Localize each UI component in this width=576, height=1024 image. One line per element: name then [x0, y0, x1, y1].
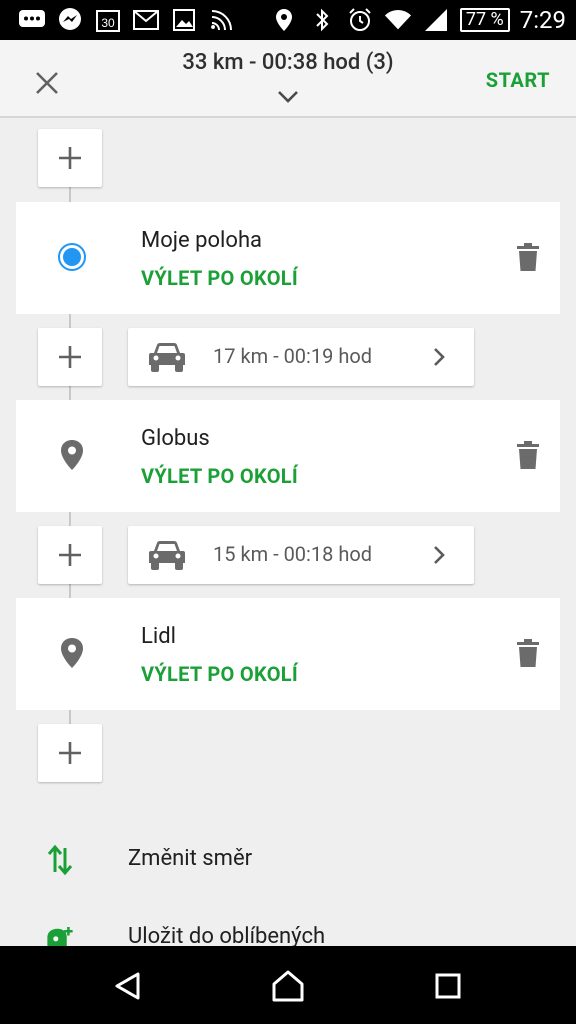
- clock: 7:29: [519, 6, 566, 34]
- add-waypoint-button[interactable]: [38, 724, 102, 782]
- plus-icon: [59, 544, 81, 566]
- recents-button[interactable]: [428, 966, 468, 1006]
- timeline-connector: [69, 709, 71, 725]
- waypoint-subtitle: VÝLET PO OKOLÍ: [141, 662, 299, 686]
- notification-icons: 30: [18, 6, 236, 34]
- swap-direction-icon: [44, 842, 76, 878]
- start-button[interactable]: START: [486, 68, 550, 92]
- add-waypoint-button[interactable]: [38, 526, 102, 584]
- gallery-icon: [170, 6, 198, 34]
- alarm-icon: [346, 6, 374, 34]
- waypoint-card[interactable]: Lidl VÝLET PO OKOLÍ: [16, 598, 560, 710]
- segment-info: 17 km - 00:19 hod: [213, 344, 373, 368]
- back-button[interactable]: [108, 966, 148, 1006]
- location-pin-icon: [56, 636, 88, 670]
- chevron-right-icon: [432, 544, 446, 566]
- bluetooth-icon: [308, 6, 336, 34]
- battery-indicator: 77 %: [459, 8, 510, 32]
- route-segment[interactable]: 17 km - 00:19 hod: [128, 328, 474, 386]
- location-status-icon: [270, 6, 298, 34]
- chevron-right-icon: [432, 346, 446, 368]
- delete-waypoint-button[interactable]: [516, 242, 540, 272]
- back-icon: [115, 972, 140, 1000]
- waypoint-subtitle: VÝLET PO OKOLÍ: [141, 266, 299, 290]
- close-icon: [36, 72, 58, 94]
- car-icon: [146, 538, 188, 572]
- system-navigation-bar: [0, 946, 576, 1024]
- status-bar: 30 77 % 7:29: [0, 0, 576, 40]
- close-button[interactable]: [30, 66, 64, 100]
- expand-summary-button[interactable]: [276, 86, 300, 108]
- location-pin-icon: [56, 438, 88, 472]
- messenger-icon: [56, 6, 84, 34]
- route-summary[interactable]: 33 km - 00:38 hod (3): [110, 50, 466, 75]
- signal-icon: [422, 6, 450, 34]
- timeline-connector: [69, 187, 71, 203]
- waypoint-card[interactable]: Globus VÝLET PO OKOLÍ: [16, 400, 560, 512]
- add-waypoint-button[interactable]: [38, 328, 102, 386]
- recents-icon: [435, 973, 461, 999]
- current-location-icon: [56, 240, 88, 274]
- wifi-icon: [384, 6, 412, 34]
- trash-icon: [517, 243, 539, 271]
- plus-icon: [59, 346, 81, 368]
- waypoint-subtitle: VÝLET PO OKOLÍ: [141, 464, 299, 488]
- reverse-route-label: Změnit směr: [128, 846, 253, 871]
- system-icons: 77 % 7:29: [270, 4, 566, 36]
- cast-icon: [208, 6, 236, 34]
- car-icon: [146, 340, 188, 374]
- reverse-route-action[interactable]: Změnit směr: [0, 836, 576, 886]
- trash-icon: [517, 639, 539, 667]
- calendar-icon: 30: [94, 6, 122, 34]
- chat-icon: [18, 6, 46, 34]
- plus-icon: [59, 742, 81, 764]
- home-button[interactable]: [268, 966, 308, 1006]
- segment-info: 15 km - 00:18 hod: [213, 542, 373, 566]
- svg-text:30: 30: [101, 16, 115, 30]
- home-icon: [272, 970, 304, 1002]
- waypoint-name: Moje poloha: [141, 228, 263, 253]
- trash-icon: [517, 441, 539, 469]
- chevron-down-icon: [278, 91, 298, 103]
- gmail-icon: [132, 6, 160, 34]
- route-header: 33 km - 00:38 hod (3) START: [0, 40, 576, 118]
- route-segment[interactable]: 15 km - 00:18 hod: [128, 526, 474, 584]
- waypoint-name: Lidl: [141, 624, 176, 649]
- delete-waypoint-button[interactable]: [516, 638, 540, 668]
- add-waypoint-button[interactable]: [38, 129, 102, 187]
- waypoint-name: Globus: [141, 426, 210, 451]
- delete-waypoint-button[interactable]: [516, 440, 540, 470]
- waypoint-card-start[interactable]: Moje poloha VÝLET PO OKOLÍ: [16, 202, 560, 314]
- plus-icon: [59, 147, 81, 169]
